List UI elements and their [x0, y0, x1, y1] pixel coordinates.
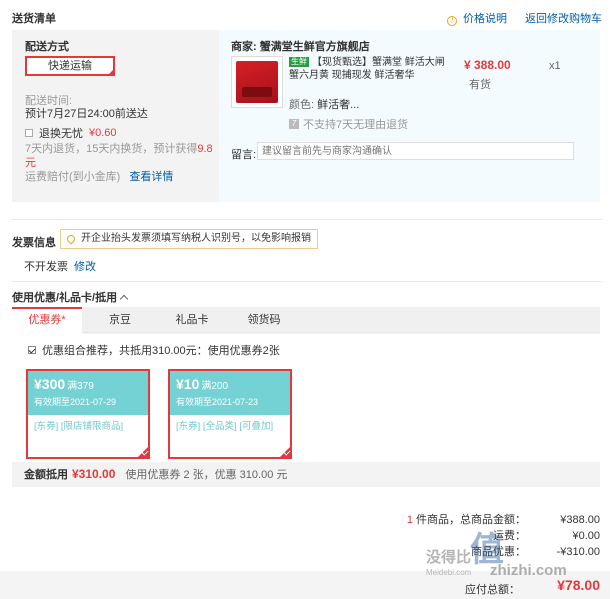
- invoice-type: 不开发票: [24, 261, 68, 273]
- totals-row-freight: 运费： ¥0.00: [360, 528, 600, 544]
- combo-checkbox[interactable]: [28, 346, 36, 354]
- seller-message-input[interactable]: [257, 142, 574, 160]
- shipping-method-title: 配送方式: [25, 41, 69, 53]
- discount-label: 商品优惠：: [471, 546, 526, 558]
- payable-bar: 应付总额： ¥78.00: [0, 571, 610, 599]
- coupon-section-title: 使用优惠/礼品卡/抵用: [12, 292, 118, 304]
- no-return-icon: 7: [289, 119, 299, 129]
- totals-row-items: 1 件商品，总商品金额： ¥388.00: [360, 512, 600, 528]
- product-panel: 商家: 蟹满堂生鲜官方旗舰店 生鲜 【现货甄选】蟹满堂 鲜活大闸蟹六月黄 现捕现发…: [219, 30, 600, 202]
- coupon-expiry: 有效期至2021-07-23: [176, 397, 259, 407]
- return-service-option[interactable]: 退换无忧 ¥0.60: [25, 125, 117, 141]
- return-service-label: 退换无忧: [39, 128, 83, 140]
- discount-value: -¥310.00: [556, 546, 600, 558]
- required-mark-icon: *: [61, 314, 66, 326]
- invoice-value: 不开发票 修改: [24, 258, 96, 274]
- fresh-tag-badge: 生鲜: [289, 57, 309, 67]
- coupon-summary-amount: ¥310.00: [72, 467, 116, 481]
- invoice-tip-text: 开企业抬头发票须填写纳税人识别号，以免影响报销: [81, 233, 311, 244]
- coupon-tags: [东券] [全品类] [可叠加]: [176, 421, 274, 432]
- coupon-expiry: 有效期至2021-07-29: [34, 397, 117, 407]
- items-value: ¥388.00: [560, 514, 600, 526]
- seller: 商家: 蟹满堂生鲜官方旗舰店: [231, 38, 370, 54]
- details-link[interactable]: 查看详情: [129, 171, 173, 183]
- coupon-face: ¥300 满379 有效期至2021-07-29: [28, 371, 148, 415]
- color-label: 颜色:: [289, 99, 315, 111]
- combo-recommendation[interactable]: 优惠组合推荐，共抵用310.00元：使用优惠券2张: [28, 342, 280, 358]
- coupon-panel: 优惠券* 京豆 礼品卡 领货码 优惠组合推荐，共抵用310.00元：使用优惠券2…: [12, 307, 600, 487]
- color-value: 鲜活奢...: [317, 99, 360, 111]
- product-name-text: 【现货甄选】蟹满堂 鲜活大闸蟹六月黄 现捕现发 鲜活奢华: [289, 57, 445, 81]
- product-thumbnail[interactable]: [231, 56, 283, 108]
- delivery-time-value: 预计7月27日24:00前送达: [25, 108, 148, 120]
- section-title-shipping-list: 送货清单: [12, 13, 56, 25]
- freight-label: 运费：: [493, 530, 526, 542]
- order-totals: 1 件商品，总商品金额： ¥388.00 运费： ¥0.00 商品优惠： -¥310.…: [360, 512, 600, 560]
- coupon-list: 优惠组合推荐，共抵用310.00元：使用优惠券2张 ¥300 满379 有效期至2…: [12, 334, 600, 462]
- shipping-method-label: 快递运输: [48, 60, 92, 72]
- tab-gift-card[interactable]: 礼品卡: [162, 307, 222, 333]
- invoice-tip: 开企业抬头发票须填写纳税人识别号，以免影响报销: [60, 229, 318, 249]
- no-return-text: 不支持7天无理由退货: [303, 119, 409, 131]
- totals-row-discount: 商品优惠： -¥310.00: [360, 544, 600, 560]
- product-name[interactable]: 生鲜 【现货甄选】蟹满堂 鲜活大闸蟹六月黄 现捕现发 鲜活奢华: [289, 56, 449, 82]
- selected-corner-icon: [107, 68, 115, 76]
- payable-label: 应付总额：: [465, 584, 520, 596]
- coupon-condition: 满200: [201, 381, 229, 392]
- stock-status: 有货: [469, 79, 491, 91]
- price-note-link[interactable]: ! 价格说明: [447, 10, 507, 26]
- payable-amount: ¥78.00: [557, 577, 600, 593]
- seller-label: 商家:: [231, 41, 257, 53]
- coupon-summary: 金额抵用 ¥310.00 使用优惠券 2 张，优惠 310.00 元: [12, 462, 600, 487]
- pin-icon: [65, 233, 77, 245]
- header-links: ! 价格说明 返回修改购物车: [447, 10, 602, 26]
- back-to-cart-link[interactable]: 返回修改购物车: [525, 10, 602, 26]
- combo-text: 优惠组合推荐，共抵用310.00元：使用优惠券2张: [42, 345, 280, 357]
- invoice-title: 发票信息: [12, 237, 56, 249]
- items-label: 件商品，总商品金额：: [416, 514, 526, 526]
- coupon-summary-desc: 使用优惠券 2 张，优惠 310.00 元: [125, 469, 288, 481]
- coupon-card[interactable]: ¥300 满379 有效期至2021-07-29 [东券] [限店铺限商品]: [26, 369, 150, 459]
- divider: [12, 281, 602, 282]
- freight-value: ¥0.00: [572, 530, 600, 542]
- order-block: 配送方式 快递运输 配送时间: 预计7月27日24:00前送达 退换无忧 ¥0.…: [12, 30, 600, 202]
- coupon-tabs: 优惠券* 京豆 礼品卡 领货码: [12, 307, 600, 334]
- return-service-price: ¥0.60: [89, 127, 117, 139]
- items-count: 1: [406, 514, 413, 526]
- return-note-text: 7天内退货，15天内换货，预计获得: [25, 143, 198, 155]
- product-color: 颜色: 鲜活奢...: [289, 96, 359, 112]
- tab-coupons-label: 优惠券: [28, 314, 62, 326]
- seller-name: 蟹满堂生鲜官方旗舰店: [259, 41, 370, 53]
- tab-coupons[interactable]: 优惠券*: [12, 307, 82, 334]
- invoice-edit-link[interactable]: 修改: [74, 261, 96, 273]
- coupon-summary-label: 金额抵用: [24, 469, 68, 481]
- shipping-method-express-button[interactable]: 快递运输: [25, 56, 115, 76]
- shipping-list-header: 送货清单 ! 价格说明 返回修改购物车: [12, 10, 602, 26]
- return-service-note: 7天内退货，15天内换货，预计获得9.8元 运费赔付(到小金库) 查看详情: [25, 142, 215, 184]
- coupon-condition: 满379: [67, 381, 94, 392]
- message-label: 留言:: [231, 149, 257, 161]
- tab-pickup-code[interactable]: 领货码: [234, 307, 294, 333]
- return-note-text-2: 运费赔付(到小金库): [25, 171, 121, 183]
- info-icon: !: [447, 16, 457, 26]
- coupon-amount: ¥300: [34, 376, 66, 392]
- product-image: [236, 61, 278, 103]
- coupon-tags: [东券] [限店铺限商品]: [34, 421, 124, 432]
- price-note-label: 价格说明: [463, 13, 507, 25]
- tab-jingdou[interactable]: 京豆: [90, 307, 150, 333]
- divider: [12, 219, 602, 220]
- shipping-panel: 配送方式 快递运输 配送时间: 预计7月27日24:00前送达 退换无忧 ¥0.…: [12, 30, 219, 202]
- coupon-face: ¥10 满200 有效期至2021-07-23: [170, 371, 290, 415]
- product-quantity: x1: [549, 60, 561, 72]
- coupon-card[interactable]: ¥10 满200 有效期至2021-07-23 [东券] [全品类] [可叠加]: [168, 369, 292, 459]
- return-service-checkbox[interactable]: [25, 129, 33, 137]
- chevron-up-icon: [119, 294, 129, 304]
- product-price: ¥ 388.00: [464, 58, 511, 72]
- no-return-notice: 7 不支持7天无理由退货: [289, 116, 408, 132]
- coupon-section-toggle[interactable]: 使用优惠/礼品卡/抵用: [12, 289, 129, 305]
- coupon-amount: ¥10: [176, 376, 200, 392]
